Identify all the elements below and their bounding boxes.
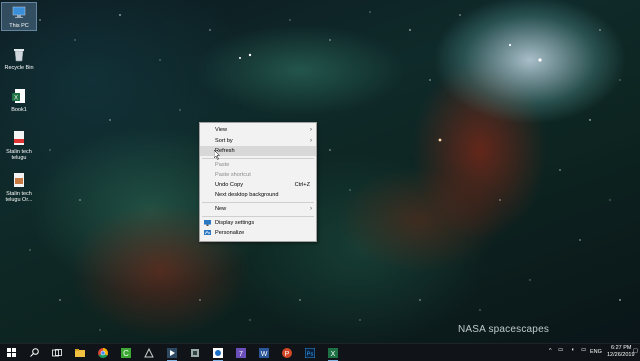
- chevron-right-icon: ›: [310, 206, 312, 212]
- battery-icon[interactable]: ▭: [581, 347, 586, 353]
- taskbar: C 7 W P Ps X ^ ▭ ◖ ▭ ENG 6:27 PM 12/26/2…: [0, 343, 640, 361]
- desktop-icon-recycle-bin[interactable]: Recycle Bin: [2, 46, 36, 71]
- personalize-icon: [204, 230, 211, 235]
- menu-item-next-desktop-background[interactable]: Next desktop background: [200, 190, 316, 200]
- display-settings-icon: [204, 220, 211, 226]
- menu-item-label: View: [215, 127, 228, 133]
- taskbar-app-button[interactable]: [142, 346, 156, 359]
- menu-separator: [202, 202, 314, 203]
- camtasia-icon: C: [121, 347, 131, 358]
- network-icon[interactable]: ▭: [558, 347, 563, 353]
- desktop-icon-label: Stalin tech telugu: [6, 149, 32, 161]
- menu-item-view[interactable]: View ›: [200, 125, 316, 135]
- menu-item-label: Paste shortcut: [215, 172, 251, 178]
- menu-item-label: New: [215, 206, 227, 212]
- menu-item-paste[interactable]: Paste: [200, 160, 316, 170]
- notifications-icon[interactable]: ▢: [633, 348, 638, 354]
- task-view-icon: [52, 348, 62, 356]
- desktop-icon-stalin-tech-telugu[interactable]: Stalin tech telugu: [2, 130, 36, 161]
- search-button[interactable]: [27, 346, 41, 359]
- photoshop-button[interactable]: Ps: [303, 346, 317, 359]
- desktop-icon-label: Stalin tech telugu Or...: [5, 191, 33, 203]
- menu-item-display-settings[interactable]: Display settings: [200, 218, 316, 228]
- desktop-icon-book1[interactable]: X Book1: [2, 88, 36, 113]
- menu-item-label: Paste: [215, 162, 230, 168]
- menu-item-new[interactable]: New ›: [200, 204, 316, 214]
- mouse-cursor-icon: [214, 150, 220, 160]
- menu-item-label: Undo Copy: [215, 182, 243, 188]
- powerpoint-icon: P: [282, 347, 292, 358]
- svg-text:X: X: [14, 96, 18, 102]
- volume-icon[interactable]: ◖: [571, 347, 574, 353]
- tool-button[interactable]: [188, 346, 202, 359]
- menu-item-label: Sort by: [215, 138, 233, 144]
- word-icon: W: [259, 347, 269, 358]
- desktop-context-menu: View › Sort by › Refresh Paste Paste sho…: [199, 122, 317, 242]
- this-pc-icon: [12, 6, 26, 18]
- screen-capture-button[interactable]: [211, 346, 225, 361]
- photoshop-icon: Ps: [305, 347, 315, 358]
- menu-separator: [202, 216, 314, 217]
- menu-item-sort-by[interactable]: Sort by ›: [200, 136, 316, 146]
- menu-item-label: Next desktop background: [215, 192, 279, 198]
- chevron-right-icon: ›: [310, 127, 312, 133]
- wallpaper-stars: [29, 11, 621, 331]
- desktop-icon-label: This PC: [9, 23, 29, 29]
- start-button[interactable]: [4, 346, 18, 359]
- task-view-button[interactable]: [50, 346, 64, 359]
- menu-item-personalize[interactable]: Personalize: [200, 228, 316, 238]
- svg-text:Ps: Ps: [307, 351, 314, 357]
- menu-item-paste-shortcut[interactable]: Paste shortcut: [200, 170, 316, 180]
- menu-item-shortcut: Ctrl+Z: [294, 182, 310, 188]
- screen-capture-icon: [213, 347, 223, 358]
- media-button[interactable]: [165, 346, 179, 361]
- menu-item-label: Display settings: [215, 220, 255, 226]
- pdf-file-icon: [14, 131, 24, 145]
- excel-file-icon: X: [12, 89, 25, 103]
- start-icon: [6, 348, 16, 357]
- tray-overflow-chevron-icon[interactable]: ^: [549, 348, 552, 354]
- menu-item-label: Personalize: [215, 230, 245, 236]
- svg-text:P: P: [285, 351, 290, 358]
- word-button[interactable]: W: [257, 346, 271, 359]
- language-indicator[interactable]: ENG: [590, 349, 602, 355]
- svg-text:W: W: [261, 351, 268, 358]
- tool-icon: [191, 348, 199, 357]
- app-icon: [144, 347, 154, 357]
- clock-time[interactable]: 6:27 PM: [611, 345, 631, 351]
- image-file-icon: [14, 173, 24, 187]
- chevron-right-icon: ›: [310, 138, 312, 144]
- media-icon: [167, 347, 177, 358]
- camtasia-button[interactable]: C: [119, 346, 133, 359]
- svg-text:7: 7: [239, 351, 243, 358]
- menu-item-undo-copy[interactable]: Undo Copy Ctrl+Z: [200, 180, 316, 190]
- recycle-bin-icon: [14, 49, 24, 62]
- file-explorer-icon: [75, 348, 85, 357]
- desktop-icon-label: Book1: [11, 107, 27, 113]
- clock-date[interactable]: 12/26/2019: [607, 352, 635, 358]
- desktop-icon-this-pc[interactable]: This PC: [1, 2, 37, 31]
- powerpoint-button[interactable]: P: [280, 346, 294, 359]
- desktop-icon-label: Recycle Bin: [4, 65, 34, 71]
- desktop-icon-stalin-tech-telugu-or[interactable]: Stalin tech telugu Or...: [2, 172, 36, 203]
- chrome-button[interactable]: [96, 346, 110, 359]
- wallpaper-watermark: NASA spacescapes: [458, 324, 550, 335]
- file-explorer-button[interactable]: [73, 346, 87, 359]
- search-icon: [29, 348, 39, 357]
- svg-text:X: X: [331, 351, 336, 358]
- calendar-button[interactable]: 7: [234, 346, 248, 359]
- calendar-icon: 7: [236, 347, 246, 358]
- svg-text:C: C: [123, 349, 129, 358]
- chrome-icon: [98, 347, 108, 358]
- excel-button[interactable]: X: [326, 346, 340, 361]
- excel-icon: X: [328, 347, 338, 358]
